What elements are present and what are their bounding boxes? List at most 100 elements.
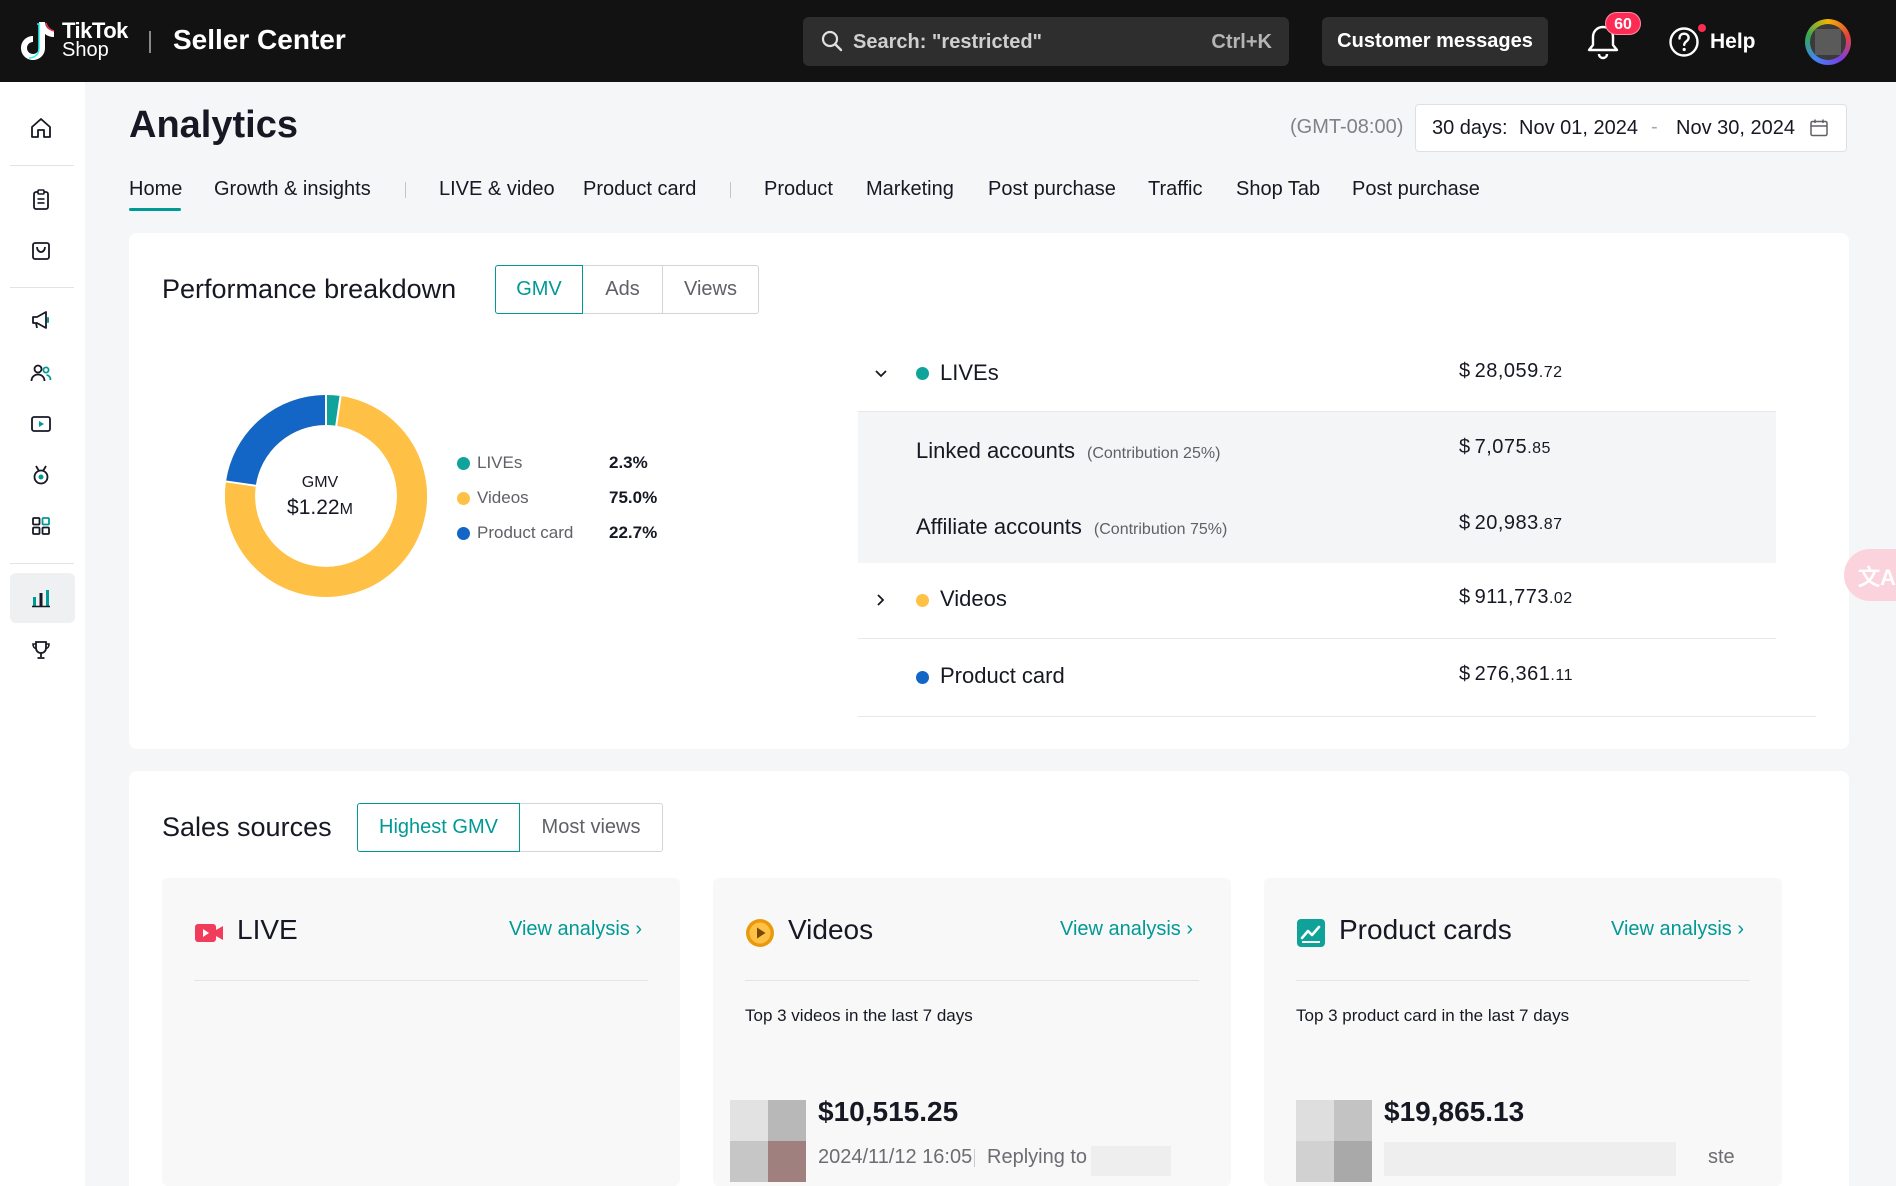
linked-accounts-label: Linked accounts [916, 438, 1075, 463]
chevron-right-icon[interactable] [872, 591, 890, 609]
home-icon[interactable] [29, 116, 53, 140]
rail-divider [10, 563, 74, 564]
source-title-live: LIVE [237, 914, 298, 945]
growth-badge-icon[interactable] [29, 463, 53, 487]
tab-shop-tab[interactable]: Shop Tab [1236, 178, 1320, 201]
top-bar: TikTok Shop Seller Center Search: "restr… [0, 0, 1896, 82]
divider [858, 638, 1776, 639]
trend-chart-icon [1297, 919, 1325, 947]
calendar-icon[interactable] [1809, 118, 1829, 138]
tab-traffic[interactable]: Traffic [1148, 178, 1202, 201]
search-icon [821, 30, 843, 52]
thumb-cell [1334, 1141, 1372, 1182]
active-tab-indicator [129, 208, 181, 211]
performance-title: Performance breakdown [162, 274, 457, 304]
product-thumbnail[interactable] [1296, 1100, 1372, 1182]
customer-messages-button[interactable]: Customer messages [1322, 17, 1548, 66]
help-notification-dot [1698, 24, 1706, 32]
tab-marketing[interactable]: Marketing [866, 178, 954, 201]
source-title-videos: Videos [788, 914, 874, 945]
date-end[interactable]: Nov 30, 2024 [1676, 117, 1795, 140]
help-label: Help [1710, 30, 1756, 53]
orders-clipboard-icon[interactable] [29, 188, 53, 212]
breakdown-row-videos[interactable]: Videos $911,773.02 [858, 580, 1776, 620]
value-int: 911,773 [1474, 586, 1549, 608]
tab-product[interactable]: Product [764, 178, 833, 201]
value-dec: .11 [1550, 667, 1573, 684]
videos-dot [916, 594, 929, 607]
tab-separator [405, 182, 406, 198]
product-cards-subtitle: Top 3 product card in the last 7 days [1296, 1006, 1570, 1025]
videos-view-analysis-link[interactable]: View analysis › [1060, 918, 1193, 941]
marketing-megaphone-icon[interactable] [29, 308, 53, 332]
tiktok-logo-icon [21, 22, 55, 60]
rail-divider [10, 165, 74, 166]
live-view-analysis-link[interactable]: View analysis › [509, 918, 642, 941]
video-timestamp: 2024/11/12 16:05 [818, 1146, 973, 1168]
segment-views[interactable]: Views [662, 265, 759, 314]
segment-ads[interactable]: Ads [582, 265, 663, 314]
sales-sources-title: Sales sources [162, 812, 332, 842]
thumb-cell [1334, 1100, 1372, 1141]
source-card-videos: Videos View analysis › Top 3 videos in t… [713, 878, 1231, 1186]
analytics-chart-icon[interactable] [29, 586, 53, 610]
date-start[interactable]: Nov 01, 2024 [1519, 117, 1638, 140]
tab-post-purchase[interactable]: Post purchase [988, 178, 1116, 201]
value-dec: .72 [1538, 364, 1563, 381]
app-title: Seller Center [173, 24, 346, 55]
breakdown-row-affiliate-accounts: Affiliate accounts (Contribution 75%) $20… [858, 508, 1776, 548]
affiliate-users-icon[interactable] [29, 361, 53, 385]
thumb-cell [1296, 1100, 1334, 1141]
product-meta-tail: ste [1708, 1146, 1735, 1168]
donut-value-unit: M [339, 501, 353, 518]
tab-growth-insights[interactable]: Growth & insights [214, 178, 371, 201]
tab-live-video[interactable]: LIVE & video [439, 178, 555, 201]
meta-separator [974, 1149, 975, 1167]
thumb-cell [730, 1141, 768, 1182]
legend-pct: 75.0% [609, 488, 658, 507]
breakdown-sub-name: Affiliate accounts (Contribution 75%) [916, 514, 1227, 540]
account-avatar[interactable] [1805, 19, 1851, 65]
chevron-down-icon[interactable] [872, 365, 890, 383]
breakdown-name: LIVEs [940, 360, 999, 385]
thumb-cell [1296, 1141, 1334, 1182]
global-search[interactable]: Search: "restricted" Ctrl+K [803, 17, 1289, 66]
segment-gmv[interactable]: GMV [495, 265, 583, 314]
segment-most-views[interactable]: Most views [519, 803, 663, 852]
segment-highest-gmv[interactable]: Highest GMV [357, 803, 520, 852]
date-separator: - [1651, 116, 1658, 138]
search-shortcut: Ctrl+K [1211, 31, 1272, 53]
help-icon [1669, 27, 1699, 57]
value-dec: .02 [1548, 590, 1573, 607]
apps-grid-icon[interactable] [29, 514, 53, 538]
videos-subtitle: Top 3 videos in the last 7 days [745, 1006, 973, 1025]
currency-symbol: $ [1459, 512, 1471, 534]
tab-product-card[interactable]: Product card [583, 178, 696, 201]
currency-symbol: $ [1459, 360, 1471, 382]
live-camera-icon [195, 924, 223, 942]
donut-center-label: GMV [301, 474, 339, 491]
divider [194, 980, 648, 981]
tab-home[interactable]: Home [129, 178, 182, 201]
translate-floating-button[interactable]: 文A [1844, 549, 1896, 601]
page-title: Analytics [129, 104, 298, 146]
tab-post-purchase-2[interactable]: Post purchase [1352, 178, 1480, 201]
breakdown-row-product-card: Product card $276,361.11 [858, 657, 1776, 697]
tiktok-shop-logo[interactable]: TikTok Shop [20, 18, 130, 64]
product-cards-view-analysis-link[interactable]: View analysis › [1611, 918, 1744, 941]
video-thumbnail[interactable] [730, 1100, 806, 1182]
date-range-picker[interactable]: 30 days: Nov 01, 2024 - Nov 30, 2024 [1415, 104, 1847, 152]
live-video-icon[interactable] [29, 412, 53, 436]
thumb-cell [730, 1100, 768, 1141]
translate-icon: 文A [1858, 565, 1896, 590]
date-range-prefix: 30 days: [1432, 117, 1508, 139]
products-bag-icon[interactable] [29, 239, 53, 263]
left-rail [0, 82, 85, 1186]
currency-symbol: $ [1459, 586, 1471, 608]
breakdown-row-lives[interactable]: LIVEs $28,059.72 [858, 354, 1776, 394]
trophy-icon[interactable] [29, 638, 53, 662]
help-button[interactable]: Help [1668, 24, 1808, 60]
source-title-product-cards: Product cards [1339, 914, 1512, 945]
divider [858, 411, 1776, 412]
currency-symbol: $ [1459, 436, 1471, 458]
